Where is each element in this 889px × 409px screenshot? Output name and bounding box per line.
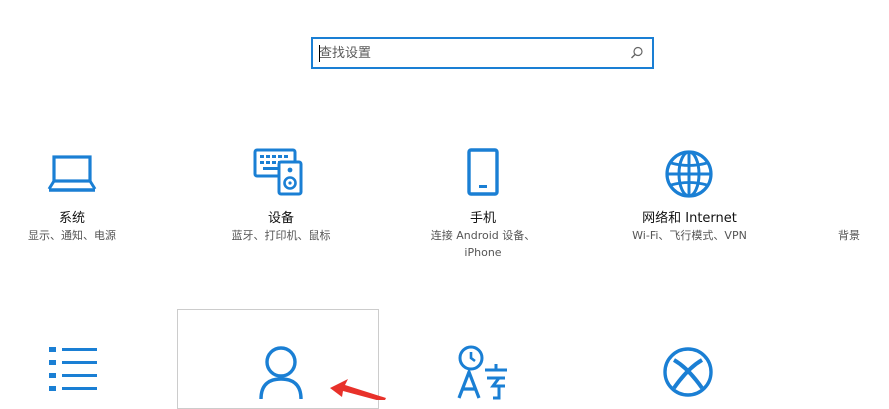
search-box[interactable]: [311, 37, 654, 69]
tile-network-name: 网络和 Internet: [642, 211, 737, 226]
keyboard-speaker-icon: [253, 148, 303, 196]
tile-devices[interactable]: 设备 蓝牙、打印机、鼠标: [217, 148, 345, 258]
laptop-icon: [47, 155, 97, 192]
tile-devices-desc: 蓝牙、打印机、鼠标: [231, 229, 331, 242]
search-input[interactable]: [319, 43, 619, 63]
tile-system[interactable]: 系统 显示、通知、电源: [13, 148, 131, 258]
red-arrow-icon: [330, 379, 386, 400]
globe-icon: [665, 150, 713, 198]
tile-phone-desc-line1: 连接 Android 设备、: [430, 229, 536, 242]
tile-phone-name: 手机: [469, 211, 496, 226]
tile-network[interactable]: 网络和 Internet Wi-Fi、飞行模式、VPN: [612, 148, 767, 258]
phone-icon: [467, 148, 499, 196]
search-icon[interactable]: [630, 46, 644, 60]
tile-phone[interactable]: 手机 连接 Android 设备、 iPhone: [418, 148, 548, 268]
tile-network-desc: Wi-Fi、飞行模式、VPN: [632, 229, 747, 242]
xbox-icon[interactable]: [662, 346, 714, 400]
person-icon[interactable]: [256, 345, 306, 400]
time-language-icon[interactable]: [455, 344, 511, 400]
apps-list-icon[interactable]: [47, 346, 99, 392]
tile-personalization-partial[interactable]: 背景: [838, 148, 889, 258]
tile-system-desc: 显示、通知、电源: [28, 229, 116, 242]
tile-devices-name: 设备: [267, 211, 294, 226]
text-caret: [319, 45, 320, 62]
tile-partial-desc: 背景: [838, 229, 860, 242]
tile-phone-desc-line2: iPhone: [464, 246, 502, 259]
tile-system-name: 系统: [58, 211, 85, 226]
